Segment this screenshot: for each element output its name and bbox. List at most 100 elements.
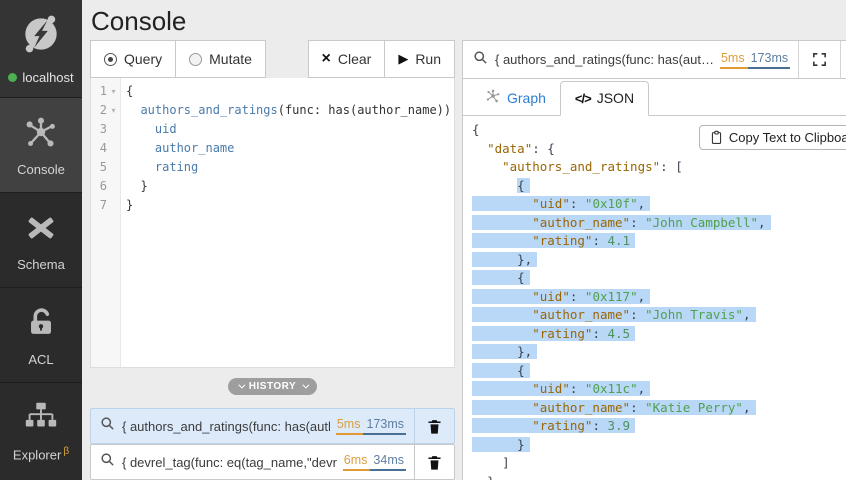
trash-icon [426,454,443,471]
query-editor-lines: 1▾{2▾ authors_and_ratings(func: has(auth… [91,78,454,215]
json-line: "uid": "0x11c", [472,380,846,399]
dgraph-logo-icon [18,11,64,62]
delete-history-button[interactable] [414,409,454,443]
explorer-tree-icon [22,398,60,439]
tab-graph[interactable]: Graph [471,80,560,116]
copy-to-clipboard-button[interactable]: Copy Text to Clipboard [699,125,846,150]
chevron-down-icon [238,382,245,389]
history-section: HISTORY { authors_and_ratings(func: has(… [90,368,455,480]
sidebar-item-schema[interactable]: Schema [0,192,82,287]
connection-status: localhost [8,70,73,85]
json-line: "uid": "0x10f", [472,195,846,214]
close-results-button[interactable] [840,41,846,78]
search-icon [100,452,115,472]
sidebar-item-label: ACL [28,352,53,367]
code-line: 2▾ authors_and_ratings(func: has(author_… [91,101,454,120]
json-line: }, [472,473,846,480]
history-item[interactable]: { authors_and_ratings(func: has(author… … [90,408,455,444]
json-line: { [472,269,846,288]
fold-gutter [107,120,120,139]
total-latency: 34ms [370,453,406,471]
radio-unselected-icon [189,53,202,66]
json-line: "authors_and_ratings": [ [472,158,846,177]
fold-gutter [107,158,120,177]
page-title: Console [82,0,846,40]
latency-indicator: 5ms173ms [720,51,790,69]
acl-lock-icon [22,304,60,345]
code-line: 3 uid [91,120,454,139]
code-line: 7} [91,196,454,215]
code-line: 1▾{ [91,82,454,101]
clear-button[interactable]: × Clear [308,40,386,78]
fullscreen-button[interactable] [798,41,840,78]
query-panel: Query Mutate × Clear ▶ [90,40,455,480]
history-query-text: { devrel_tag(func: eq(tag_name,"devrel… [122,455,337,470]
delete-history-button[interactable] [414,445,454,479]
clipboard-icon [710,130,723,145]
server-latency: 5ms [336,417,364,435]
fullscreen-icon [811,51,828,68]
radio-selected-icon [104,53,117,66]
json-line: }, [472,343,846,362]
search-icon [100,416,115,436]
run-button[interactable]: ▶ Run [384,40,455,78]
results-panel: { authors_and_ratings(func: has(aut… 5ms… [462,40,846,480]
mutate-mode-button[interactable]: Mutate [175,40,266,78]
tab-label: Graph [507,90,546,106]
query-editor[interactable]: 1▾{2▾ authors_and_ratings(func: has(auth… [90,78,455,368]
total-latency: 173ms [363,417,406,435]
sidebar: localhost [0,0,82,480]
main-area: Console Query Mutate [82,0,846,480]
code-line: 5 rating [91,158,454,177]
connection-host: localhost [22,70,73,85]
sidebar-nav: Console Schema [0,97,82,477]
sidebar-item-label: Explorerβ [13,446,69,462]
sidebar-item-console[interactable]: Console [0,97,82,192]
fold-caret-icon: ▾ [107,82,120,101]
json-line: "rating": 3.9 [472,417,846,436]
result-query-bar: { authors_and_ratings(func: has(aut… 5ms… [463,41,846,79]
fold-gutter [107,196,120,215]
json-line: "uid": "0x117", [472,288,846,307]
fold-gutter [107,139,120,158]
graph-network-icon [485,88,501,107]
json-line: ] [472,454,846,473]
sidebar-item-explorer[interactable]: Explorerβ [0,382,82,477]
tab-label: JSON [597,90,634,106]
search-icon [473,50,488,70]
json-line: "author_name": "Katie Perry", [472,399,846,418]
history-toggle[interactable]: HISTORY [228,378,317,395]
total-latency: 173ms [748,51,791,69]
json-line: { [472,362,846,381]
json-line: "rating": 4.1 [472,232,846,251]
console-graph-icon [22,114,60,155]
sidebar-brand[interactable]: localhost [0,0,82,97]
clear-x-icon: × [322,51,331,67]
json-line: "rating": 4.5 [472,325,846,344]
sidebar-item-acl[interactable]: ACL [0,287,82,382]
json-result-view: Copy Text to Clipboard { "data": { "auth… [463,116,846,480]
latency-indicator: 6ms34ms [343,453,406,471]
server-latency: 6ms [343,453,371,471]
history-query-text: { authors_and_ratings(func: has(author… [122,419,330,434]
status-dot-icon [8,73,17,82]
json-line: }, [472,251,846,270]
app-root: localhost [0,0,846,480]
sidebar-item-label: Schema [17,257,65,272]
sidebar-item-label: Console [17,162,65,177]
beta-badge: β [63,446,69,457]
json-line: "author_name": "John Campbell", [472,214,846,233]
json-output: { "data": { "authors_and_ratings": [ { "… [472,121,846,480]
json-line: { [472,177,846,196]
tab-json[interactable]: </> JSON [560,81,649,116]
run-play-icon: ▶ [398,53,408,66]
query-toolbar: Query Mutate × Clear ▶ [90,40,455,78]
chevron-down-icon [303,382,310,389]
fold-gutter [107,177,120,196]
schema-pencils-icon [22,209,60,250]
trash-icon [426,418,443,435]
query-mode-button[interactable]: Query [90,40,176,78]
history-item[interactable]: { devrel_tag(func: eq(tag_name,"devrel… … [90,444,455,480]
result-query-text: { authors_and_ratings(func: has(aut… [495,52,714,67]
code-line: 6 } [91,177,454,196]
